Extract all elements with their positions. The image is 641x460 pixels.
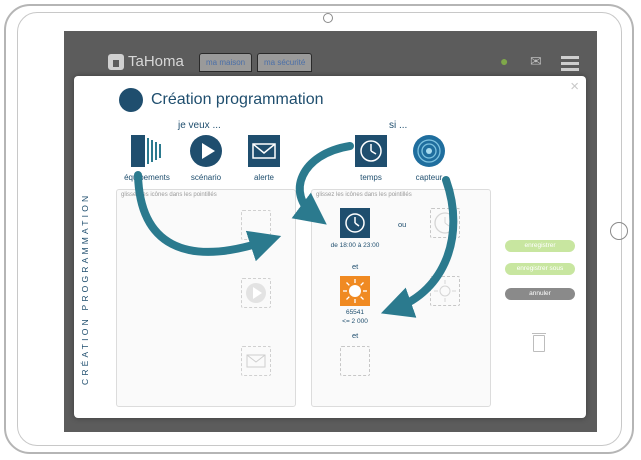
menu-icon[interactable] bbox=[561, 56, 579, 74]
empty-condition-slot[interactable] bbox=[340, 346, 370, 376]
tile-label-capteur: capteur bbox=[415, 173, 443, 182]
save-as-button[interactable]: enregistrer sous bbox=[505, 263, 575, 275]
right-section-label: si ... bbox=[389, 120, 408, 131]
home-button[interactable] bbox=[610, 222, 628, 240]
envelope-ghost-icon bbox=[246, 354, 266, 368]
envelope-icon[interactable] bbox=[248, 135, 280, 167]
program-logo-icon bbox=[119, 88, 143, 112]
tile-label-temps: temps bbox=[360, 173, 382, 182]
action-drop-panel[interactable]: glissez les icônes dans les pointillés bbox=[116, 189, 296, 407]
tile-label-alerte: alerte bbox=[253, 173, 274, 182]
modal-title-text: Création programmation bbox=[151, 91, 324, 108]
drop-hint-right: glissez les icônes dans les pointillés bbox=[316, 192, 412, 198]
condition-drop-panel[interactable]: glissez les icônes dans les pointillés d… bbox=[311, 189, 491, 407]
app-logo: TaHoma bbox=[108, 53, 184, 70]
play-ghost-icon bbox=[246, 283, 266, 303]
creation-modal: Création programmation × CRÉATION PROGRA… bbox=[74, 76, 586, 418]
vertical-label: CRÉATION PROGRAMMATION bbox=[80, 192, 90, 386]
placed-sun-icon[interactable] bbox=[340, 276, 370, 306]
clock-ghost-slot[interactable] bbox=[430, 208, 460, 238]
equipment-slot[interactable] bbox=[241, 210, 271, 240]
placed-clock-icon[interactable] bbox=[340, 208, 370, 238]
sensor-condition: <= 2 000 bbox=[342, 318, 368, 325]
user-icon[interactable]: ● bbox=[500, 53, 508, 69]
tile-label-scenario: scénario bbox=[190, 173, 222, 182]
left-section-label: je veux ... bbox=[178, 120, 221, 131]
tab-ma-securite[interactable]: ma sécurité bbox=[257, 53, 313, 72]
house-icon bbox=[108, 53, 124, 70]
modal-title: Création programmation bbox=[119, 88, 324, 112]
save-button[interactable]: enregistrer bbox=[505, 240, 575, 252]
sun-ghost-icon bbox=[434, 280, 456, 302]
tile-label-equipements: équipements bbox=[124, 173, 170, 182]
tab-ma-maison[interactable]: ma maison bbox=[199, 53, 253, 72]
cancel-button[interactable]: annuler bbox=[505, 288, 575, 300]
clock-ghost-icon bbox=[434, 212, 456, 234]
sensor-icon[interactable] bbox=[413, 135, 445, 167]
logo-text: TaHoma bbox=[128, 53, 184, 70]
conj-et-2: et bbox=[352, 331, 359, 340]
camera-icon bbox=[323, 13, 333, 23]
alert-slot[interactable] bbox=[241, 346, 271, 376]
equipment-tile[interactable] bbox=[131, 135, 163, 167]
scenario-slot[interactable] bbox=[241, 278, 271, 308]
sensor-id: 65541 bbox=[345, 309, 365, 316]
conj-et-1: et bbox=[352, 262, 359, 271]
drop-hint: glissez les icônes dans les pointillés bbox=[121, 192, 217, 198]
trash-icon[interactable] bbox=[532, 333, 546, 352]
clock-tile[interactable] bbox=[355, 135, 387, 167]
close-icon[interactable]: × bbox=[570, 78, 579, 95]
conj-ou: ou bbox=[398, 220, 407, 229]
mail-icon[interactable]: ✉ bbox=[530, 53, 542, 70]
play-icon[interactable] bbox=[190, 135, 222, 167]
sun-ghost-slot[interactable] bbox=[430, 276, 460, 306]
time-range-text: de 18:00 à 23:00 bbox=[330, 242, 380, 249]
